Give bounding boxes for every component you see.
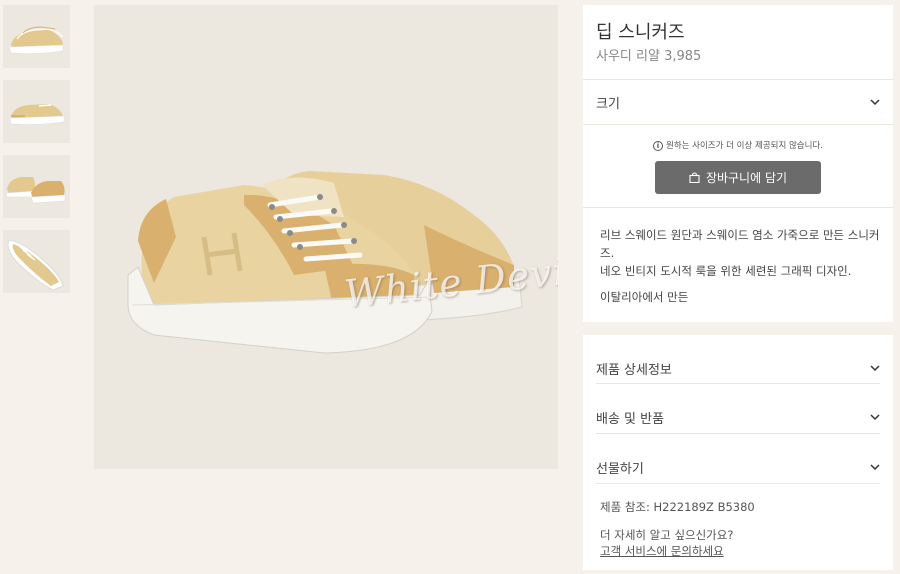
- divider: [583, 124, 893, 125]
- chevron-down-icon: [870, 464, 880, 471]
- chevron-down-icon: [870, 365, 880, 372]
- help-section: 더 자세히 알고 싶으신가요? 고객 서비스에 문의하세요: [600, 527, 733, 559]
- description-line: 리브 스웨이드 원단과 스웨이드 염소 가죽으로 만든 스니커즈.: [600, 228, 880, 260]
- made-in-text: 이탈리아에서 만든: [600, 290, 689, 304]
- main-product-image: White Devil: [94, 5, 558, 469]
- product-title: 딥 스니커즈: [596, 22, 685, 43]
- sneaker-thumbnail-image: [7, 239, 64, 291]
- sneaker-pair-illustration: [127, 171, 523, 354]
- sneaker-thumbnail-image: [5, 177, 66, 204]
- accordion-shipping-returns[interactable]: 배송 및 반품: [583, 384, 893, 433]
- product-info-panel: 딥 스니커즈 사우디 리얄 3,985 크기 i 원하는 사이즈가 더 이상 제공…: [583, 5, 893, 322]
- product-price: 사우디 리얄 3,985: [596, 49, 702, 64]
- add-to-cart-label: 장바구니에 담기: [705, 171, 788, 185]
- sneaker-thumbnail-image: [9, 104, 65, 125]
- size-selector-label: 크기: [596, 97, 620, 112]
- thumbnail-pair-side[interactable]: [3, 5, 70, 68]
- shopping-bag-icon: [689, 172, 700, 183]
- chevron-down-icon: [870, 99, 880, 106]
- availability-notice-text: 원하는 사이즈가 더 이상 제공되지 않습니다.: [666, 141, 823, 151]
- divider: [583, 207, 893, 208]
- product-reference: 제품 참조: H222189Z B5380: [600, 500, 755, 514]
- availability-notice: i 원하는 사이즈가 더 이상 제공되지 않습니다.: [583, 139, 893, 151]
- product-description: 리브 스웨이드 원단과 스웨이드 염소 가죽으로 만든 스니커즈. 네오 빈티지…: [600, 226, 885, 306]
- accordion-product-details[interactable]: 제품 상세정보: [583, 335, 893, 384]
- accordion-label: 선물하기: [596, 462, 644, 477]
- customer-service-link[interactable]: 고객 서비스에 문의하세요: [600, 543, 733, 559]
- add-to-cart-button[interactable]: 장바구니에 담기: [655, 161, 821, 194]
- accordion-label: 배송 및 반품: [596, 412, 665, 427]
- product-details-panel: 제품 상세정보 배송 및 반품 선물하기 제품 참조: H222189Z B53…: [583, 335, 893, 570]
- accordion-label: 제품 상세정보: [596, 363, 672, 378]
- thumbnail-top-view[interactable]: [3, 230, 70, 293]
- thumbnail-single-side[interactable]: [3, 80, 70, 143]
- chevron-down-icon: [870, 414, 880, 421]
- accordion-gifting[interactable]: 선물하기: [583, 434, 893, 483]
- sneaker-thumbnail-image: [8, 26, 64, 54]
- info-icon: i: [653, 140, 663, 151]
- thumbnail-gallery: [3, 5, 70, 305]
- help-question: 더 자세히 알고 싶으신가요?: [600, 528, 734, 542]
- divider: [596, 483, 880, 484]
- description-line: 네오 빈티지 도시적 룩을 위한 세련된 그래픽 디자인.: [600, 264, 852, 278]
- thumbnail-pair-back[interactable]: [3, 155, 70, 218]
- size-selector[interactable]: 크기: [583, 80, 893, 124]
